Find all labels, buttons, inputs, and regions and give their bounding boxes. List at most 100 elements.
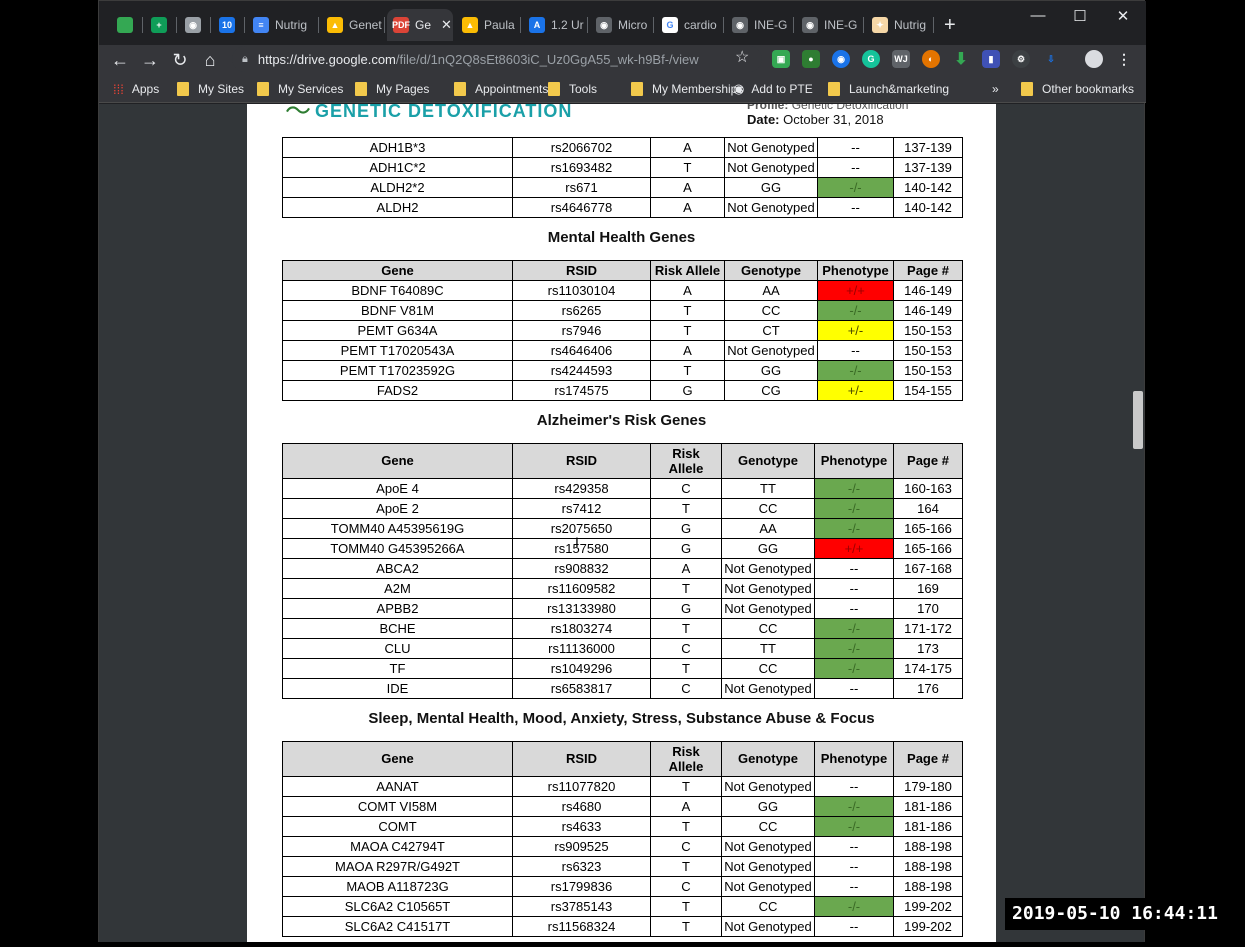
tab-5[interactable]: ▲ Genet [321,9,385,41]
bookmark-item[interactable]: Appointments [454,81,548,97]
back-icon[interactable]: ← [107,47,133,73]
table-row: BDNF V81M rs6265 T CC -/- 146-149 [282,300,963,321]
table-cell: CC [721,498,815,519]
extension-icon[interactable]: ▣ [772,50,790,68]
table-cell: FADS2 [282,380,513,401]
avatar[interactable] [1085,50,1103,68]
wj-icon[interactable]: WJ [892,50,910,68]
column-header: Risk Allele [650,260,725,281]
column-header: Page # [893,741,963,777]
phenotype-cell: -/- [814,658,894,679]
table-cell: 188-198 [893,836,963,857]
tab-4[interactable]: ≡ Nutrig [247,9,319,41]
table-cell: 179-180 [893,776,963,797]
table-cell: 164 [893,498,963,519]
gear-icon[interactable]: ⚙ [1012,50,1030,68]
phenotype-cell: -/- [814,618,894,639]
forward-icon[interactable]: → [137,47,163,73]
column-header: Page # [893,443,963,479]
tab-favicon-icon: PDF [392,17,410,33]
phenotype-cell: -/- [814,498,894,519]
column-header: Phenotype [814,741,894,777]
tab-label: 1.2 Ur [551,18,584,32]
bookmark-item[interactable]: My Services [257,81,343,97]
video-icon[interactable]: ◉ [832,50,850,68]
apps-bookmark[interactable]: ⁞⁞⁞ Apps [113,81,159,97]
table-cell: 150-153 [893,340,963,361]
tab-separator [176,17,177,33]
new-tab-button[interactable]: + [944,13,956,37]
minimize-icon[interactable]: — [1023,7,1053,24]
bookmark-item[interactable]: Tools [548,81,597,97]
phenotype-cell: -- [814,856,894,877]
bookmark-label: My Memberships [652,82,744,96]
table-cell: COMT [282,816,513,837]
tab-0[interactable] [111,9,143,41]
download-icon[interactable]: ⬇ [952,50,970,68]
table-cell: PEMT T17023592G [282,360,513,381]
table-cell: rs3785143 [512,896,651,917]
table-cell: TOMM40 A45395619G [282,518,513,539]
tab-2[interactable]: ◉ [179,9,211,41]
tab-3[interactable]: 10 [213,9,245,41]
table-row: TF rs1049296 T CC -/- 174-175 [282,658,963,679]
phenotype-cell: -/- [814,478,894,499]
table-cell: IDE [282,678,513,699]
table-cell: 137-139 [893,137,963,158]
table-cell: Not Genotyped [724,197,818,218]
timer-icon[interactable]: ◐ [922,50,940,68]
profile-value: Genetic Detoxification [791,104,909,112]
phenotype-cell: -/- [817,177,894,198]
grammarly-icon[interactable]: G [862,50,880,68]
table-cell: rs13133980 [512,598,651,619]
menu-icon[interactable]: ⋮ [1115,50,1133,68]
table-cell: rs7412 [512,498,651,519]
bookmark-label: Tools [569,82,598,96]
more-bookmarks-icon[interactable]: » [992,81,999,97]
bookmark-star-icon[interactable]: ☆ [735,47,749,67]
tab-6[interactable]: PDF Ge ✕ [387,9,453,41]
tab-favicon-icon: ◉ [732,17,748,33]
bookmark-item[interactable]: Launch&marketing [828,81,949,97]
column-header: Genotype [724,260,818,281]
scrollbar-thumb[interactable] [1133,391,1143,449]
tab-9[interactable]: ◉ Micro [590,9,654,41]
sleep-mood-table: Gene RSID Risk Allele Genotype Phenotype Page … [282,741,963,937]
table-cell: 188-198 [893,876,963,897]
table-cell: rs4646406 [512,340,651,361]
pdf-page: 〜 GENETIC DETOXIFICATION Profile: Geneti… [247,104,996,942]
home-icon[interactable]: ⌂ [197,47,223,73]
table-cell: GG [724,177,818,198]
bookmark-item[interactable]: My Pages [355,81,429,97]
tab-11[interactable]: ◉ INE-G [726,9,794,41]
table-cell: rs4680 [512,796,651,817]
drive-ext-icon[interactable]: ⇩ [1042,50,1060,68]
tab-1[interactable]: + [145,9,177,41]
table-cell: 199-202 [893,896,963,917]
bookmark-item[interactable]: My Memberships [631,81,743,97]
bookmark-item[interactable]: My Sites [177,81,244,97]
other-bookmarks[interactable]: Other bookmarks [1021,81,1134,97]
video-timestamp: 2019-05-10 16:44:11 [1005,898,1225,930]
pdf-viewer[interactable]: 〜 GENETIC DETOXIFICATION Profile: Geneti… [99,104,1144,942]
table-row: ApoE 4 rs429358 C TT -/- 160-163 [282,478,963,499]
evernote-icon[interactable]: ● [802,50,820,68]
table-row: ApoE 2 rs7412 T CC -/- 164 [282,498,963,519]
tab-favicon-icon: + [151,17,167,33]
bookmark-item[interactable]: ◉ Add to PTE [733,81,813,97]
table-cell: 169 [893,578,963,599]
tab-7[interactable]: ▲ Paula [456,9,521,41]
tab-close-icon[interactable]: ✕ [441,17,452,33]
tab-10[interactable]: Gcardio [656,9,724,41]
tab-8[interactable]: A 1.2 Ur [523,9,588,41]
maximize-icon[interactable]: ☐ [1065,7,1095,25]
address-bar[interactable]: 🔒︎ https://drive.google.com/file/d/1nQ2Q… [232,46,762,72]
tab-13[interactable]: ✦ Nutrig [866,9,934,41]
bookmark-ext-icon[interactable]: ▮ [982,50,1000,68]
table-cell: TF [282,658,513,679]
close-window-icon[interactable]: ✕ [1108,7,1138,25]
tab-separator [723,17,724,33]
tab-12[interactable]: ◉ INE-G [796,9,864,41]
table-cell: 181-186 [893,816,963,837]
reload-icon[interactable]: ↻ [167,47,193,73]
